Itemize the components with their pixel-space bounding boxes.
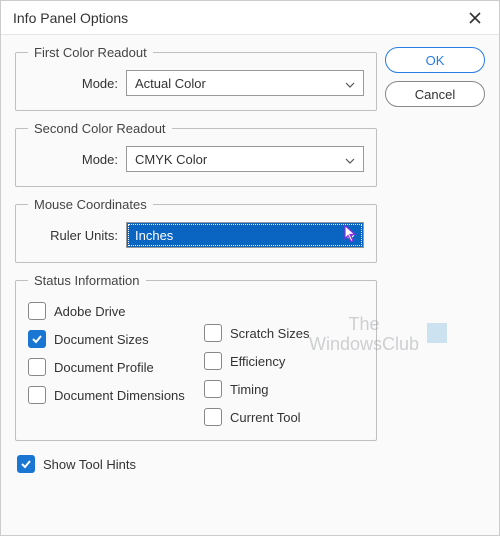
group-legend: Second Color Readout — [28, 121, 172, 136]
checkbox-label: Efficiency — [230, 354, 285, 369]
right-column: OK Cancel — [385, 45, 485, 521]
select-value: Inches — [135, 228, 173, 243]
cancel-button[interactable]: Cancel — [385, 81, 485, 107]
checkbox-label: Current Tool — [230, 410, 301, 425]
check-icon — [20, 458, 32, 470]
status-checkbox[interactable]: Current Tool — [204, 408, 364, 426]
chevron-down-icon — [345, 152, 355, 167]
ruler-label: Ruler Units: — [28, 228, 118, 243]
status-checkbox[interactable]: Adobe Drive — [28, 302, 188, 320]
check-icon — [31, 333, 43, 345]
chevron-down-icon — [345, 76, 355, 91]
status-information-group: Status Information Adobe Drive Document S… — [15, 273, 377, 441]
select-value: CMYK Color — [135, 152, 207, 167]
show-tool-hints-checkbox[interactable]: Show Tool Hints — [17, 455, 375, 473]
checkbox-box — [204, 380, 222, 398]
checkbox-box — [28, 358, 46, 376]
checkbox-box — [204, 408, 222, 426]
checkbox-box — [17, 455, 35, 473]
checkbox-box — [28, 330, 46, 348]
status-checkbox[interactable]: Efficiency — [204, 352, 364, 370]
group-legend: First Color Readout — [28, 45, 153, 60]
mode-row: Mode: CMYK Color — [28, 146, 364, 172]
close-button[interactable] — [457, 4, 493, 32]
group-legend: Status Information — [28, 273, 146, 288]
status-checkbox[interactable]: Scratch Sizes — [204, 324, 364, 342]
dialog-title: Info Panel Options — [13, 10, 128, 26]
select-value: Actual Color — [135, 76, 206, 91]
second-color-readout-group: Second Color Readout Mode: CMYK Color — [15, 121, 377, 187]
ruler-row: Ruler Units: Inches — [28, 222, 364, 248]
checkbox-box — [204, 352, 222, 370]
group-legend: Mouse Coordinates — [28, 197, 153, 212]
ok-button[interactable]: OK — [385, 47, 485, 73]
status-grid: Adobe Drive Document Sizes Document Profil… — [28, 298, 364, 426]
checkbox-label: Scratch Sizes — [230, 326, 309, 341]
status-checkbox[interactable]: Document Sizes — [28, 330, 188, 348]
checkbox-box — [204, 324, 222, 342]
checkbox-label: Document Dimensions — [54, 388, 185, 403]
status-column-1: Adobe Drive Document Sizes Document Profil… — [28, 302, 188, 426]
titlebar: Info Panel Options — [1, 1, 499, 35]
checkbox-label: Adobe Drive — [54, 304, 126, 319]
mouse-coordinates-group: Mouse Coordinates Ruler Units: Inches — [15, 197, 377, 263]
dialog-body: First Color Readout Mode: Actual Color S… — [1, 35, 499, 535]
first-mode-select[interactable]: Actual Color — [126, 70, 364, 96]
checkbox-box — [28, 302, 46, 320]
dialog: Info Panel Options First Color Readout M… — [0, 0, 500, 536]
first-color-readout-group: First Color Readout Mode: Actual Color — [15, 45, 377, 111]
mode-row: Mode: Actual Color — [28, 70, 364, 96]
checkbox-box — [28, 386, 46, 404]
checkbox-label: Document Profile — [54, 360, 154, 375]
status-column-2: Scratch Sizes Efficiency Timing Current Too… — [204, 302, 364, 426]
checkbox-label: Show Tool Hints — [43, 457, 136, 472]
checkbox-label: Document Sizes — [54, 332, 149, 347]
status-checkbox[interactable]: Timing — [204, 380, 364, 398]
mode-label: Mode: — [28, 76, 118, 91]
close-icon — [469, 12, 481, 24]
ruler-units-select[interactable]: Inches — [126, 222, 364, 248]
left-column: First Color Readout Mode: Actual Color S… — [15, 45, 377, 521]
checkbox-label: Timing — [230, 382, 269, 397]
mode-label: Mode: — [28, 152, 118, 167]
bottom-row: Show Tool Hints — [15, 451, 377, 473]
chevron-down-icon — [345, 228, 355, 243]
second-mode-select[interactable]: CMYK Color — [126, 146, 364, 172]
status-checkbox[interactable]: Document Dimensions — [28, 386, 188, 404]
status-checkbox[interactable]: Document Profile — [28, 358, 188, 376]
